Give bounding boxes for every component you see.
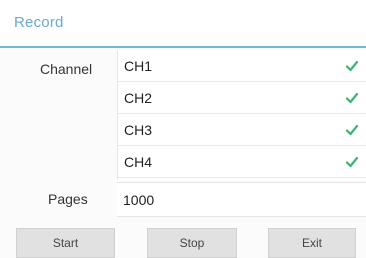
pages-label: Pages [48, 191, 88, 207]
channel-row-ch4[interactable]: CH4 [118, 146, 366, 178]
checkmark-icon[interactable] [345, 59, 359, 73]
channel-label-ch1: CH1 [124, 58, 153, 74]
channel-row-ch1[interactable]: CH1 [118, 50, 366, 82]
dialog-title: Record [14, 14, 64, 31]
checkmark-icon[interactable] [345, 123, 359, 137]
start-button[interactable]: Start [16, 228, 115, 258]
channel-label: Channel [40, 61, 93, 77]
record-dialog: Record Channel CH1 CH2 CH3 CH4 Pages 100… [0, 0, 366, 258]
channel-row-ch3[interactable]: CH3 [118, 114, 366, 146]
checkmark-icon[interactable] [345, 155, 359, 169]
exit-button[interactable]: Exit [268, 228, 356, 258]
pages-input[interactable]: 1000 [117, 182, 366, 217]
channel-label-ch2: CH2 [124, 90, 153, 106]
channel-label-ch3: CH3 [124, 122, 153, 138]
channel-list: CH1 CH2 CH3 CH4 [117, 50, 366, 180]
channel-row-ch2[interactable]: CH2 [118, 82, 366, 114]
stop-button[interactable]: Stop [147, 228, 237, 258]
dialog-header: Record [0, 0, 366, 48]
channel-label-ch4: CH4 [124, 154, 153, 170]
checkmark-icon[interactable] [345, 91, 359, 105]
pages-value: 1000 [123, 192, 155, 208]
